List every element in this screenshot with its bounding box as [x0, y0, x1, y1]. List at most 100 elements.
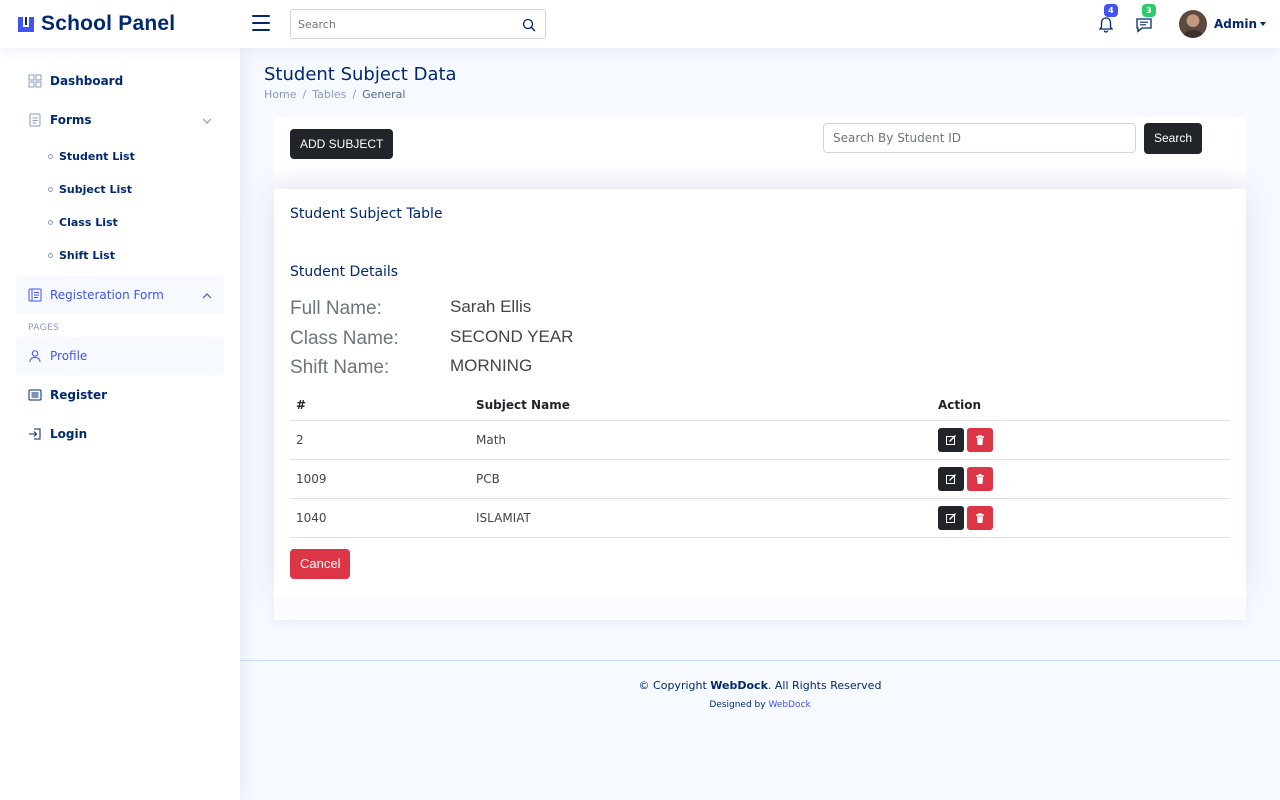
breadcrumb-current: General [362, 88, 406, 101]
card-title: Student Subject Table [290, 206, 443, 222]
box-arrow-in-right-icon [28, 427, 42, 441]
sidebar-item-label: Forms [50, 113, 92, 127]
caret-down-icon [1260, 22, 1266, 26]
sidebar-item-label: Login [50, 427, 88, 441]
table-header-row: # Subject Name Action [290, 390, 1230, 421]
details-title: Student Details [290, 264, 399, 280]
column-header-subject: Subject Name [470, 390, 932, 421]
cell-id: 1009 [290, 459, 470, 499]
edit-button[interactable] [938, 427, 964, 452]
page-title: Student Subject Data [264, 64, 457, 85]
subject-table: # Subject Name Action 2 Math 1009 PCB 10… [290, 390, 1230, 538]
student-subject-card: Student Subject Table Student Details Fu… [274, 189, 1246, 596]
sidebar-item-registration[interactable]: Registeration Form [16, 276, 224, 314]
cell-subject: Math [470, 420, 932, 460]
sidebar-heading-pages: PAGES [28, 323, 60, 333]
brand-logo[interactable]: School Panel [16, 12, 175, 36]
layout-text-icon [28, 288, 42, 302]
profile-dropdown[interactable]: Admin [1178, 10, 1266, 38]
header-nav: 4 3 Admin [1097, 0, 1266, 48]
sidebar-subitem-label: Student List [59, 150, 135, 163]
card-footer [274, 596, 1246, 620]
sidebar-item-label: Dashboard [50, 74, 124, 88]
cancel-button[interactable]: Cancel [290, 549, 351, 579]
cell-actions [932, 420, 1230, 460]
logo-icon [16, 14, 36, 34]
delete-button[interactable] [967, 505, 993, 530]
student-id-search-input[interactable] [823, 123, 1136, 153]
brand-name: School Panel [41, 12, 176, 35]
designed-by-label: Designed by [709, 700, 769, 710]
sidebar-subitem-student-list[interactable]: Student List [16, 140, 224, 173]
avatar [1178, 10, 1207, 38]
edit-icon [946, 473, 956, 484]
sidebar-subitem-shift-list[interactable]: Shift List [16, 239, 224, 272]
cell-id: 2 [290, 420, 470, 460]
sidebar-item-register[interactable]: Register [16, 376, 224, 414]
sidebar-item-login[interactable]: Login [16, 415, 224, 453]
search-icon[interactable] [522, 17, 536, 32]
journal-text-icon [28, 113, 42, 127]
circle-icon [48, 187, 53, 192]
sidebar-item-label: Registeration Form [50, 288, 164, 302]
copyright-company: WebDock [710, 679, 768, 692]
page-footer: © Copyright WebDock. All Rights Reserved… [240, 660, 1280, 800]
detail-value: MORNING [450, 356, 533, 375]
breadcrumb-separator: / [302, 88, 307, 101]
detail-value: Sarah Ellis [450, 297, 532, 316]
detail-full-name: Full Name: Sarah Ellis [290, 297, 790, 326]
top-header: School Panel 4 3 Admin [0, 0, 1280, 48]
cell-actions [932, 498, 1230, 538]
menu-toggle-icon[interactable] [252, 15, 270, 31]
table-row: 2 Math [290, 420, 1230, 460]
column-header-action: Action [932, 390, 1230, 421]
card-list-icon [28, 388, 42, 402]
trash-icon [976, 434, 984, 445]
search-input[interactable] [291, 10, 511, 38]
sidebar-item-label: Profile [50, 349, 88, 363]
breadcrumb-tables[interactable]: Tables [312, 88, 346, 101]
delete-button[interactable] [967, 466, 993, 491]
copyright-text: © Copyright WebDock. All Rights Reserved [240, 679, 1280, 692]
sidebar-subitem-subject-list[interactable]: Subject List [16, 173, 224, 206]
person-icon [28, 349, 42, 363]
breadcrumb-home[interactable]: Home [264, 88, 296, 101]
sidebar-item-forms[interactable]: Forms [16, 101, 224, 139]
circle-icon [48, 220, 53, 225]
notifications-bell-icon[interactable]: 4 [1097, 4, 1118, 34]
toolbar-card: ADD SUBJECT Search [274, 117, 1246, 189]
search-button[interactable]: Search [1144, 123, 1203, 154]
cell-actions [932, 459, 1230, 499]
profile-name: Admin [1213, 17, 1257, 31]
detail-label: Shift Name: [290, 357, 390, 378]
detail-shift-name: Shift Name: MORNING [290, 356, 790, 385]
detail-label: Class Name: [290, 328, 399, 349]
delete-button[interactable] [967, 427, 993, 452]
edit-icon [946, 512, 956, 523]
chevron-up-icon [202, 290, 212, 300]
trash-icon [976, 512, 984, 523]
edit-button[interactable] [938, 505, 964, 530]
column-header-number: # [290, 390, 470, 421]
notifications-badge: 4 [1103, 4, 1118, 17]
trash-icon [976, 473, 984, 484]
cell-id: 1040 [290, 498, 470, 538]
copyright-suffix: . All Rights Reserved [767, 679, 882, 692]
messages-chat-icon[interactable]: 3 [1135, 4, 1156, 34]
sidebar-item-profile[interactable]: Profile [16, 337, 224, 375]
sidebar-item-label: Register [50, 388, 108, 402]
detail-value: SECOND YEAR [450, 327, 574, 346]
add-subject-button[interactable]: ADD SUBJECT [290, 129, 394, 159]
sidebar-item-dashboard[interactable]: Dashboard [16, 62, 224, 100]
circle-icon [48, 253, 53, 258]
designer-link[interactable]: WebDock [768, 700, 810, 710]
table-row: 1040 ISLAMIAT [290, 498, 1230, 538]
edit-button[interactable] [938, 466, 964, 491]
sidebar-subitem-class-list[interactable]: Class List [16, 206, 224, 239]
copyright-prefix: © Copyright [638, 679, 711, 692]
grid-icon [28, 74, 42, 88]
cell-subject: PCB [470, 459, 932, 499]
messages-badge: 3 [1141, 4, 1156, 17]
table-row: 1009 PCB [290, 459, 1230, 499]
sidebar-subitem-label: Subject List [59, 183, 133, 196]
